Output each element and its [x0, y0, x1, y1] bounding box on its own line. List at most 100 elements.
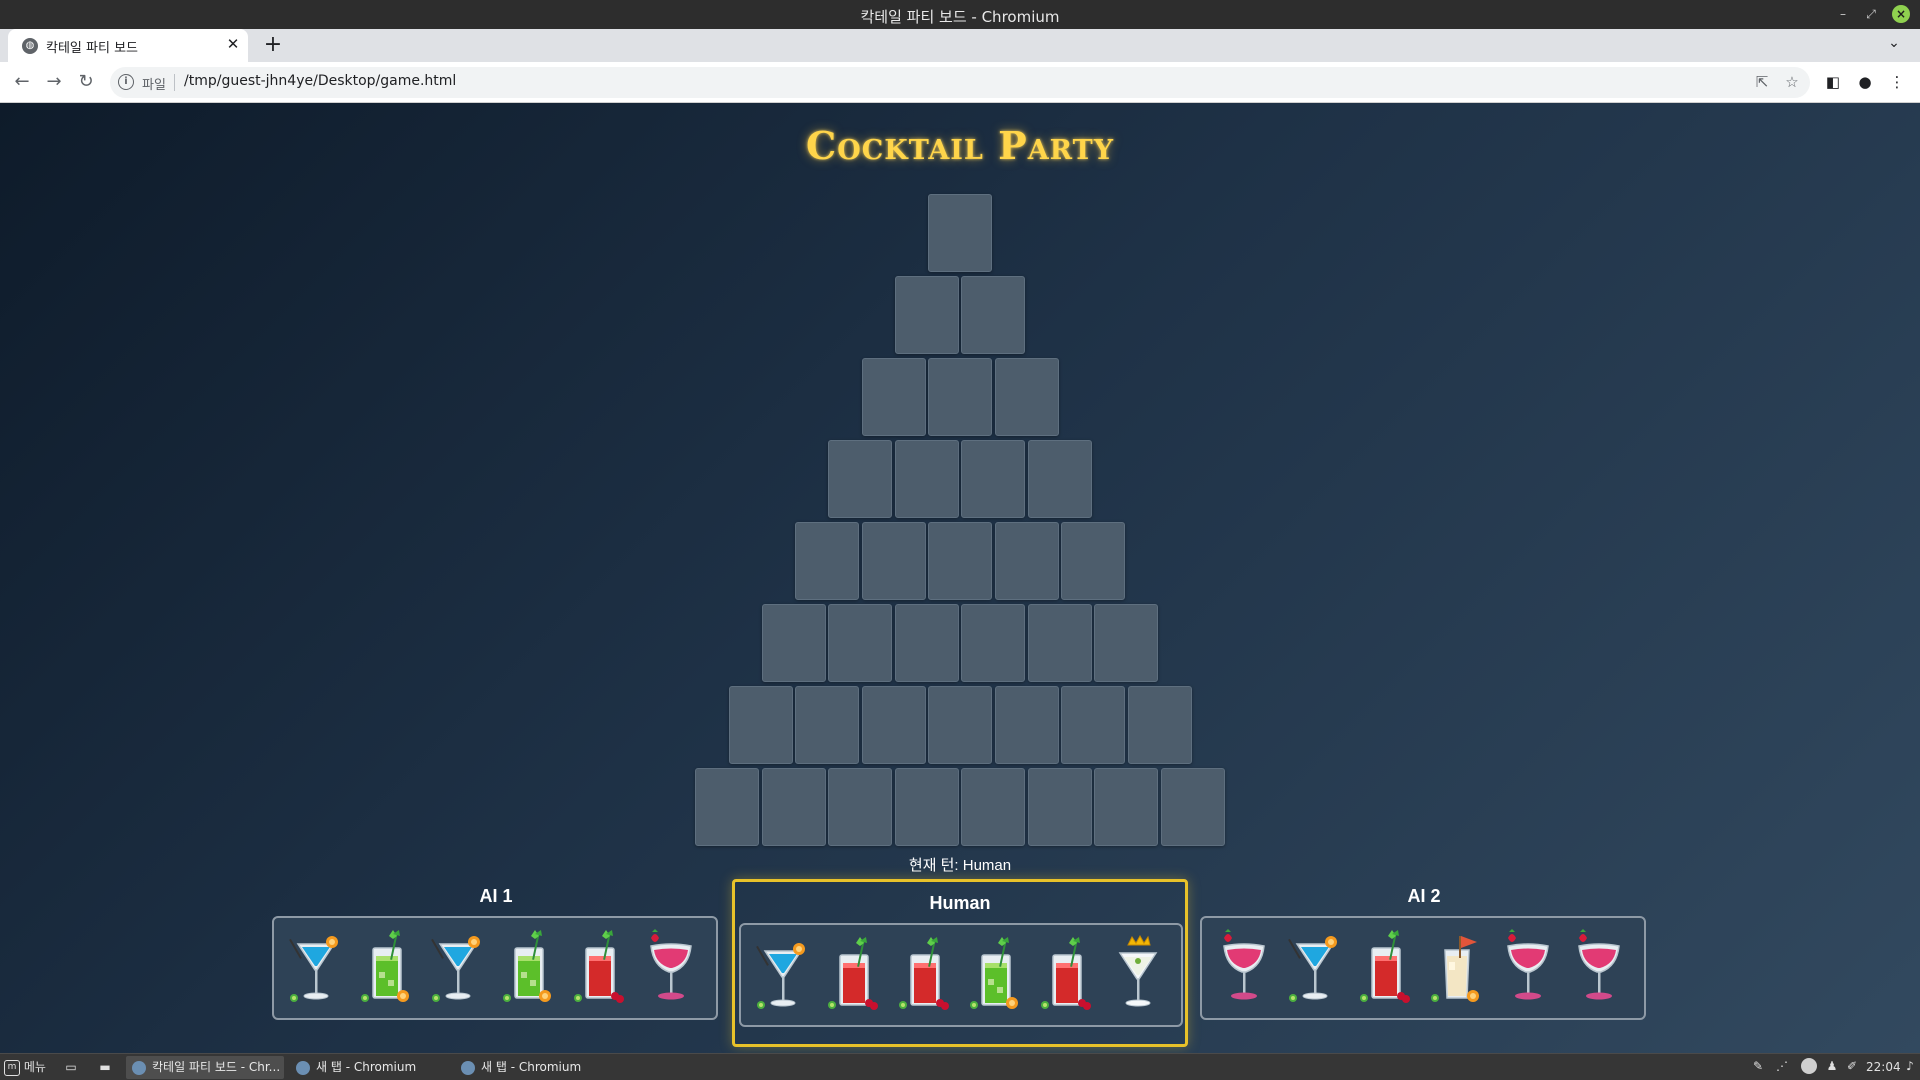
menu-icon: m	[4, 1059, 20, 1076]
url-text[interactable]: /tmp/guest-jhn4ye/Desktop/game.html	[184, 73, 456, 89]
taskbar-window-game[interactable]: 칵테일 파티 보드 - Chr...	[126, 1056, 284, 1079]
pyramid-card-slot[interactable]	[1127, 686, 1192, 764]
player-hand	[1200, 916, 1646, 1020]
red-highball-card[interactable]	[893, 933, 957, 1017]
volume-icon[interactable]: ♪	[1902, 1058, 1918, 1074]
clock: 22:04	[1866, 1060, 1901, 1074]
game-page: Cocktail Party 현재 턴: Human AI 1 Human AI…	[0, 103, 1920, 1053]
tab-strip: ◍ 칵테일 파티 보드 ✕ + ⌄	[0, 29, 1920, 62]
clipboard-tray-icon[interactable]: ✎	[1750, 1058, 1766, 1074]
pyramid-card-slot[interactable]	[828, 604, 893, 682]
red-highball-card	[568, 926, 632, 1010]
window-title: 칵테일 파티 보드 - Chromium	[860, 8, 1060, 26]
pyramid-card-slot[interactable]	[961, 604, 1026, 682]
taskbar-window-label: 새 탭 - Chromium	[316, 1060, 417, 1074]
pyramid-card-slot[interactable]	[894, 440, 959, 518]
taskbar-window-newtab-2[interactable]: 새 탭 - Chromium	[455, 1056, 615, 1079]
player-hand	[272, 916, 718, 1020]
red-highball-card[interactable]	[822, 933, 886, 1017]
taskbar-window-newtab-1[interactable]: 새 탭 - Chromium	[290, 1056, 450, 1079]
reload-icon[interactable]: ↻	[74, 70, 98, 94]
os-taskbar: m 메뉴 ▭ ▬ 칵테일 파티 보드 - Chr... 새 탭 - Chromi…	[0, 1053, 1920, 1080]
forward-arrow-icon[interactable]: →	[42, 70, 66, 94]
pyramid-card-slot[interactable]	[894, 768, 959, 846]
green-mojito-card[interactable]	[964, 933, 1028, 1017]
cream-pina-card	[1425, 926, 1489, 1010]
window-titlebar: 칵테일 파티 보드 - Chromium – ⤢ ×	[0, 0, 1920, 29]
bookmark-star-icon[interactable]: ☆	[1782, 72, 1802, 92]
pyramid-card-slot[interactable]	[928, 194, 992, 272]
globe-icon: ◍	[22, 38, 38, 54]
pyramid-card-slot[interactable]	[961, 768, 1026, 846]
network-tray-icon[interactable]: ⋰	[1774, 1058, 1790, 1074]
pyramid-card-slot[interactable]	[1094, 768, 1159, 846]
status-circle-icon[interactable]	[1801, 1058, 1817, 1074]
close-window-icon[interactable]: ×	[1892, 5, 1910, 23]
kebab-menu-icon[interactable]: ⋮	[1886, 71, 1908, 93]
maximize-icon[interactable]: ⤢	[1862, 5, 1880, 23]
pyramid-card-slot[interactable]	[961, 440, 1026, 518]
share-icon[interactable]: ⇱	[1752, 72, 1772, 92]
pyramid-card-slot[interactable]	[928, 686, 992, 764]
red-highball-card[interactable]	[1035, 933, 1099, 1017]
player-hand	[739, 923, 1183, 1027]
pyramid-card-slot[interactable]	[861, 358, 926, 436]
tab-search-chevron-icon[interactable]: ⌄	[1884, 35, 1904, 55]
player-panel-human: Human	[732, 879, 1188, 1047]
close-tab-icon[interactable]: ✕	[224, 35, 242, 53]
pyramid-card-slot[interactable]	[795, 686, 859, 764]
chromium-icon	[461, 1061, 475, 1075]
pyramid-card-slot[interactable]	[828, 440, 893, 518]
pyramid-card-slot[interactable]	[994, 358, 1059, 436]
pyramid-card-slot[interactable]	[795, 522, 859, 600]
pink-cosmo-card	[1496, 926, 1560, 1010]
back-arrow-icon[interactable]: ←	[10, 70, 34, 94]
clear-martini-card[interactable]	[1106, 933, 1170, 1017]
pyramid-card-slot[interactable]	[761, 604, 826, 682]
pyramid-card-slot[interactable]	[1027, 440, 1092, 518]
pyramid-card-slot[interactable]	[1027, 604, 1092, 682]
pyramid-card-slot[interactable]	[894, 276, 959, 354]
pyramid-card-slot[interactable]	[928, 358, 992, 436]
menu-label: 메뉴	[23, 1060, 46, 1074]
tab-title: 칵테일 파티 보드	[46, 41, 138, 56]
pyramid-card-slot[interactable]	[728, 686, 793, 764]
show-desktop-icon[interactable]: ▭	[60, 1056, 82, 1079]
pyramid-card-slot[interactable]	[1027, 768, 1092, 846]
pyramid-card-slot[interactable]	[861, 686, 926, 764]
new-tab-button[interactable]: +	[260, 33, 286, 59]
taskbar-window-label: 칵테일 파티 보드 - Chr...	[152, 1060, 281, 1074]
side-panel-icon[interactable]: ◧	[1822, 71, 1844, 93]
user-tray-icon[interactable]: ♟	[1824, 1058, 1840, 1074]
pen-tray-icon[interactable]: ✐	[1844, 1058, 1860, 1074]
pyramid-card-slot[interactable]	[994, 522, 1059, 600]
player-name: AI 1	[479, 886, 513, 906]
files-folder-icon[interactable]: ▬	[94, 1056, 116, 1079]
pyramid-card-slot[interactable]	[695, 768, 760, 846]
blue-martini-card[interactable]	[751, 933, 815, 1017]
address-bar[interactable]: i 파일 /tmp/guest-jhn4ye/Desktop/game.html…	[110, 67, 1810, 98]
start-menu-button[interactable]: m 메뉴	[4, 1056, 54, 1079]
turn-indicator: 현재 턴: Human	[908, 857, 1012, 874]
pyramid-card-slot[interactable]	[761, 768, 826, 846]
chromium-icon	[296, 1061, 310, 1075]
pyramid-card-slot[interactable]	[1160, 768, 1225, 846]
pyramid-card-slot[interactable]	[928, 522, 992, 600]
pyramid-card-slot[interactable]	[1061, 522, 1125, 600]
pyramid-card-slot[interactable]	[961, 276, 1026, 354]
browser-tab-active[interactable]: ◍ 칵테일 파티 보드 ✕	[8, 29, 248, 62]
pyramid-card-slot[interactable]	[1061, 686, 1125, 764]
pyramid-card-slot[interactable]	[994, 686, 1059, 764]
pyramid-card-slot[interactable]	[894, 604, 959, 682]
pink-cosmo-card	[1567, 926, 1631, 1010]
pyramid-card-slot[interactable]	[828, 768, 893, 846]
minimize-icon[interactable]: –	[1834, 5, 1852, 23]
pyramid-card-slot[interactable]	[1094, 604, 1159, 682]
info-icon[interactable]: i	[118, 74, 134, 90]
blue-martini-card	[426, 926, 490, 1010]
pyramid-card-slot[interactable]	[861, 522, 926, 600]
pink-cosmo-card	[1212, 926, 1276, 1010]
address-separator	[174, 74, 175, 91]
scheme-label: 파일	[142, 78, 166, 93]
profile-icon[interactable]: ●	[1854, 71, 1876, 93]
